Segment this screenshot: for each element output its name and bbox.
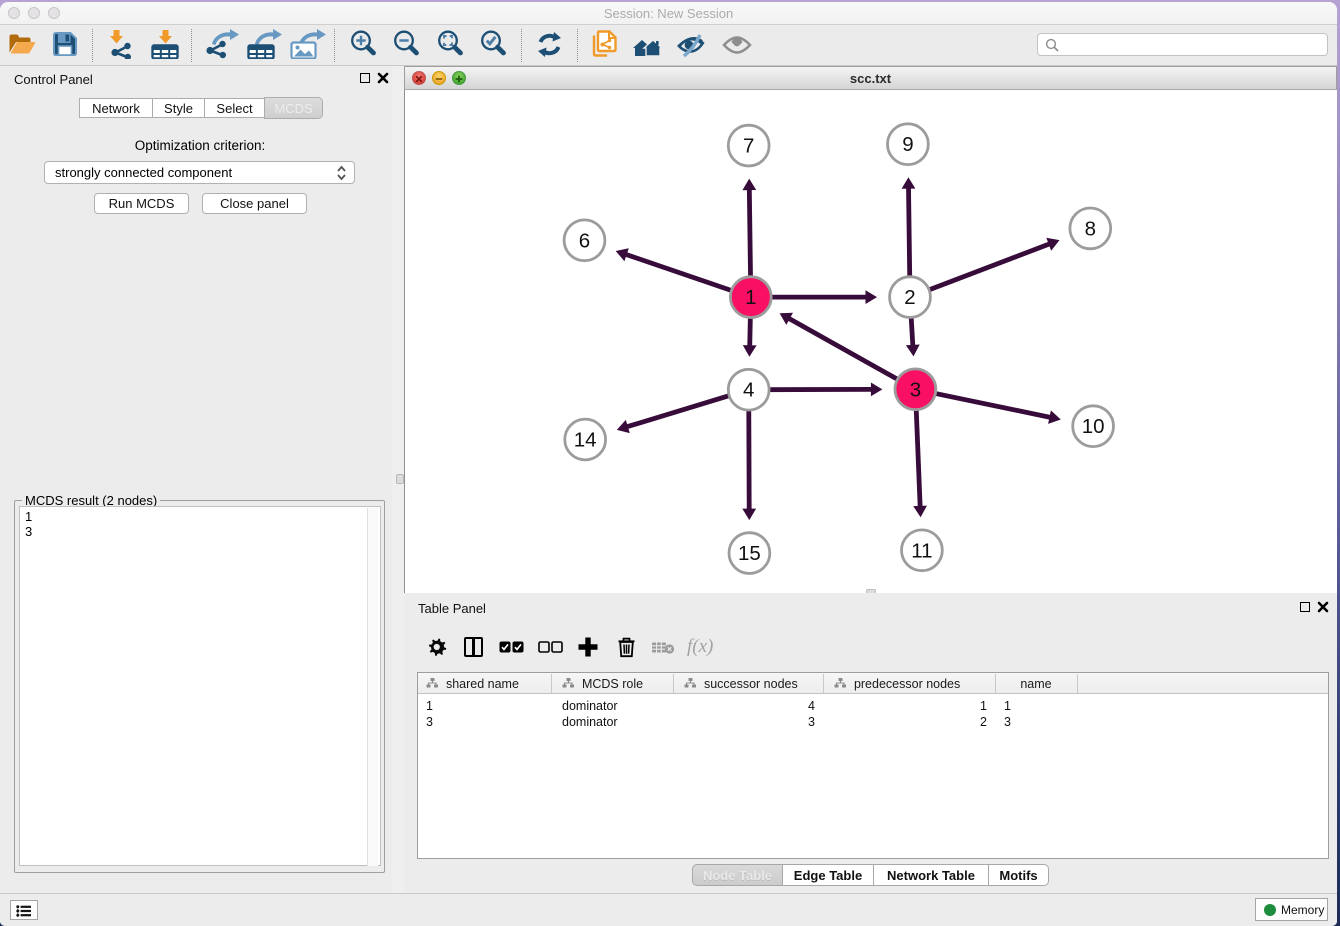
svg-text:11: 11 <box>911 539 932 562</box>
svg-text:6: 6 <box>579 229 590 252</box>
svg-text:10: 10 <box>1082 415 1105 438</box>
svg-text:1: 1 <box>745 286 756 309</box>
svg-text:9: 9 <box>902 133 913 156</box>
svg-text:4: 4 <box>743 379 754 402</box>
svg-text:2: 2 <box>904 286 915 309</box>
svg-text:7: 7 <box>743 135 754 158</box>
svg-text:15: 15 <box>738 542 761 565</box>
svg-text:14: 14 <box>574 429 597 452</box>
svg-text:8: 8 <box>1085 217 1096 240</box>
svg-text:3: 3 <box>910 378 921 401</box>
